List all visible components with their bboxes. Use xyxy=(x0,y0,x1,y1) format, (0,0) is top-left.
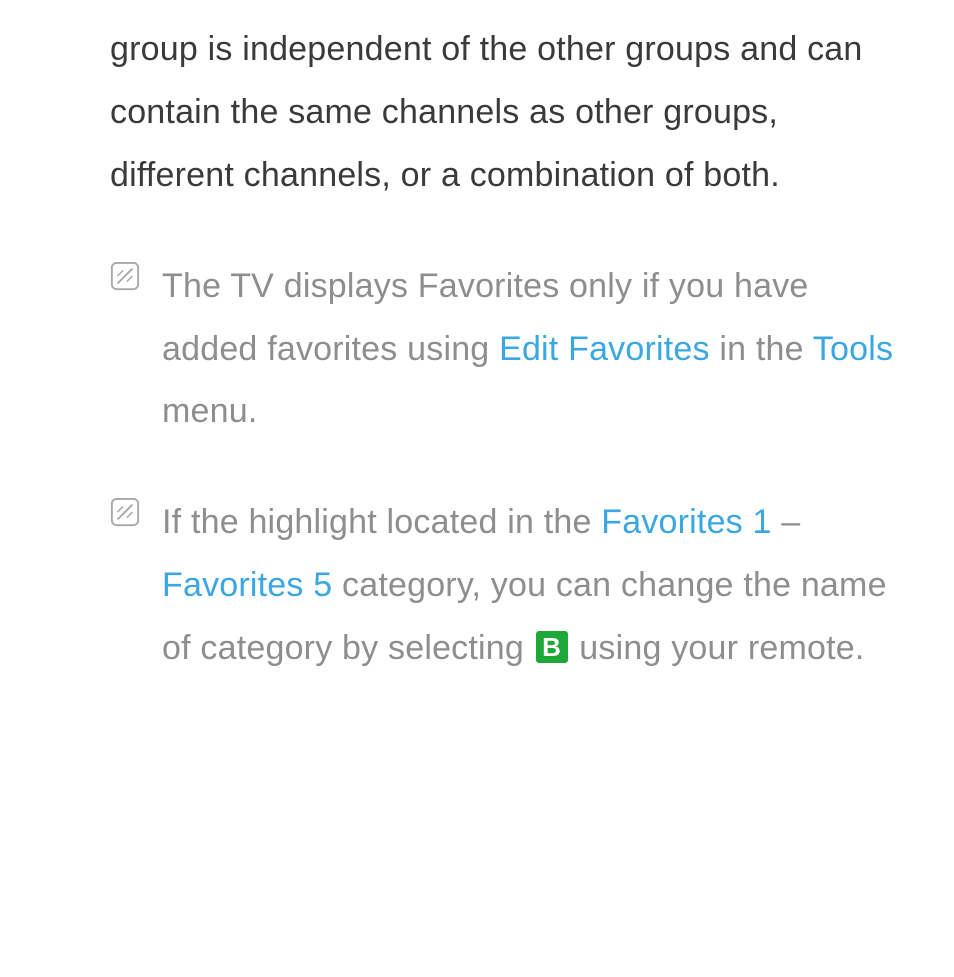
note-2-dash: – xyxy=(772,503,801,541)
note-2-part-1: If the highlight located in the xyxy=(162,503,601,541)
edit-favorites-link[interactable]: Edit Favorites xyxy=(499,330,710,368)
note-icon xyxy=(110,497,140,527)
tools-link[interactable]: Tools xyxy=(813,330,893,368)
note-block-2: If the highlight located in the Favorite… xyxy=(110,491,894,680)
note-2-text: If the highlight located in the Favorite… xyxy=(162,491,894,680)
note-icon xyxy=(110,261,140,291)
note-1-part-2: in the xyxy=(710,330,813,368)
b-remote-button: B xyxy=(536,631,568,663)
favorites-1-link[interactable]: Favorites 1 xyxy=(601,503,771,541)
note-2-part-3: using your remote. xyxy=(570,629,865,667)
favorites-5-link[interactable]: Favorites 5 xyxy=(162,566,332,604)
note-block-1: The TV displays Favorites only if you ha… xyxy=(110,255,894,444)
document-content: group is independent of the other groups… xyxy=(0,0,954,680)
note-1-text: The TV displays Favorites only if you ha… xyxy=(162,255,894,444)
note-1-part-3: menu. xyxy=(162,392,258,430)
intro-paragraph: group is independent of the other groups… xyxy=(110,18,894,207)
